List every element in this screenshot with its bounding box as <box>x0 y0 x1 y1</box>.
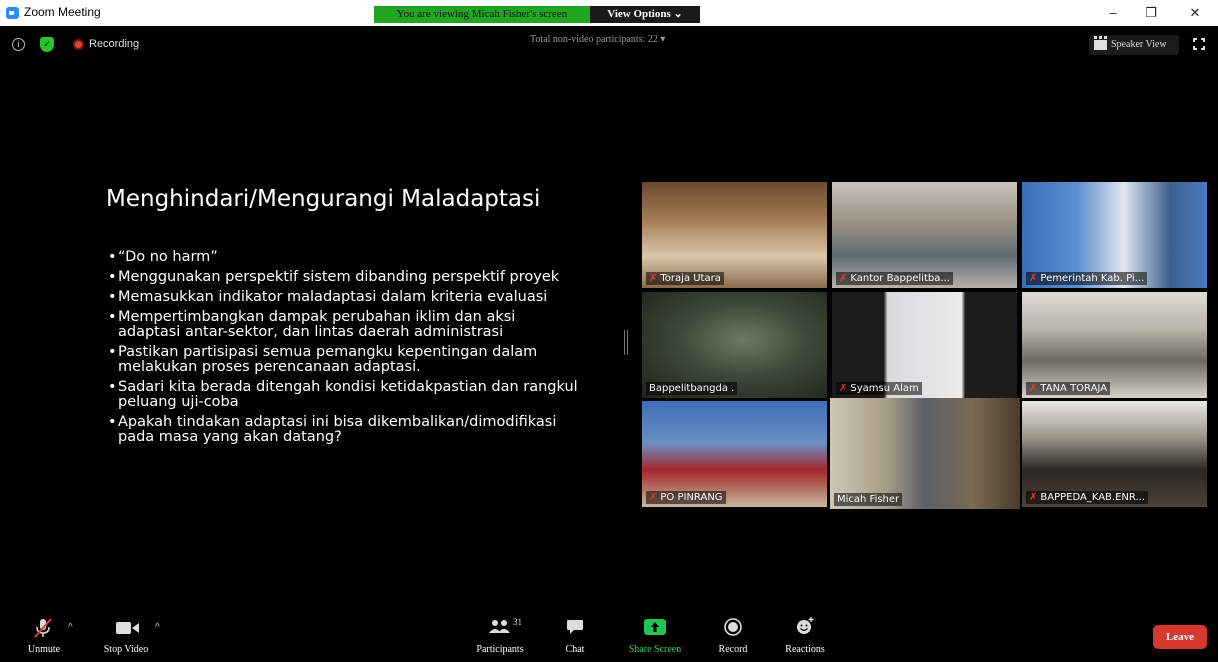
slide-bullet: Sadari kita berada ditengah kondisi keti… <box>108 380 578 410</box>
muted-mic-icon <box>34 618 52 638</box>
meeting-toolbar: Unmute ^ Stop Video ^ 31 Participants Ch… <box>0 608 1218 662</box>
nonvideo-participants-dropdown[interactable]: Total non-video participants: 22 ▾ <box>530 34 665 45</box>
participant-name-label: ✗ TANA TORAJA <box>1026 382 1111 395</box>
record-button[interactable]: Record <box>710 608 756 662</box>
slide-bullet: Mempertimbangkan dampak perubahan iklim … <box>108 310 578 340</box>
video-tile[interactable]: ✗ Toraja Utara <box>642 182 827 288</box>
minimize-button[interactable]: – <box>1098 4 1128 22</box>
chat-bubble-icon <box>567 620 583 634</box>
share-screen-label: Share Screen <box>628 644 682 655</box>
muted-mic-icon: ✗ <box>1029 383 1038 394</box>
video-tile[interactable]: ✗ PO PINRANG <box>642 401 827 507</box>
stop-video-label: Stop Video <box>103 644 149 655</box>
participant-name-label: Bappelitbangda . <box>646 382 738 395</box>
video-options-chevron-icon[interactable]: ^ <box>155 622 160 633</box>
slide-bullet: “Do no harm” <box>108 250 578 266</box>
window-titlebar: Zoom Meeting You are viewing Micah Fishe… <box>0 0 1218 26</box>
participant-name-label: ✗ Syamsu Alam <box>836 382 922 395</box>
info-icon[interactable]: i <box>12 38 25 51</box>
muted-mic-icon: ✗ <box>1029 492 1038 503</box>
slide-bullet: Menggunakan perspektif sistem dibanding … <box>108 270 578 286</box>
close-button[interactable]: ✕ <box>1180 4 1210 22</box>
slide-bullet: Memasukkan indikator maladaptasi dalam k… <box>108 290 578 306</box>
participants-label: Participants <box>476 644 524 655</box>
unmute-button[interactable]: Unmute <box>18 608 70 662</box>
video-tile[interactable]: ✗ BAPPEDA_KAB.ENR... <box>1022 401 1207 507</box>
participant-name-label: ✗ Pemerintah Kab. Pi... <box>1026 272 1148 285</box>
share-screen-icon <box>644 619 666 635</box>
muted-mic-icon: ✗ <box>1029 273 1038 284</box>
participant-name-label: Micah Fisher <box>834 493 903 506</box>
participants-button[interactable]: 31 Participants <box>470 608 530 662</box>
speaker-view-icon <box>1094 36 1107 50</box>
viewing-screen-banner: You are viewing Micah Fisher's screen <box>374 6 590 23</box>
share-screen-button[interactable]: Share Screen <box>620 608 690 662</box>
leave-button[interactable]: Leave <box>1153 625 1207 649</box>
panel-resize-handle[interactable] <box>624 330 628 355</box>
slide-title: Menghindari/Mengurangi Maladaptasi <box>106 186 541 212</box>
muted-mic-icon: ✗ <box>649 273 658 284</box>
participant-name-label: ✗ Kantor Bappelitba... <box>836 272 953 285</box>
video-tile[interactable]: ✗ Pemerintah Kab. Pi... <box>1022 182 1207 288</box>
record-label: Record <box>718 644 748 655</box>
restore-button[interactable]: ❐ <box>1136 4 1166 22</box>
speaker-view-button[interactable]: Speaker View <box>1089 35 1179 55</box>
muted-mic-icon: ✗ <box>839 383 848 394</box>
zoom-app-icon <box>6 7 19 19</box>
participants-icon <box>489 620 510 633</box>
participant-name-label: ✗ BAPPEDA_KAB.ENR... <box>1026 491 1149 504</box>
audio-options-chevron-icon[interactable]: ^ <box>68 622 73 633</box>
video-camera-icon <box>116 622 139 634</box>
view-options-button[interactable]: View Options ⌄ <box>590 6 700 23</box>
video-tile[interactable]: ✗ Kantor Bappelitba... <box>832 182 1017 288</box>
chat-label: Chat <box>565 644 585 655</box>
meeting-topbar: i ✓ Recording Total non-video participan… <box>0 26 1218 62</box>
shared-screen-slide: Menghindari/Mengurangi Maladaptasi “Do n… <box>8 172 620 516</box>
participant-name-label: ✗ PO PINRANG <box>646 491 726 504</box>
reactions-smiley-icon <box>797 617 814 634</box>
stop-video-button[interactable]: Stop Video <box>96 608 156 662</box>
muted-mic-icon: ✗ <box>839 273 848 284</box>
unmute-label: Unmute <box>27 644 61 655</box>
window-title: Zoom Meeting <box>24 5 101 19</box>
video-tile[interactable]: ✗ Syamsu Alam <box>832 292 1017 398</box>
participants-count: 31 <box>513 617 522 627</box>
slide-bullet: Apakah tindakan adaptasi ini bisa dikemb… <box>108 415 578 445</box>
participant-name-label: ✗ Toraja Utara <box>646 272 724 285</box>
recording-icon <box>73 39 84 50</box>
speaker-view-label: Speaker View <box>1111 39 1167 50</box>
slide-bullet-list: “Do no harm” Menggunakan perspektif sist… <box>108 250 578 450</box>
shield-icon[interactable]: ✓ <box>40 37 54 52</box>
muted-mic-icon: ✗ <box>649 492 658 503</box>
recording-label: Recording <box>89 38 140 50</box>
video-tile[interactable]: Bappelitbangda . <box>642 292 827 398</box>
chat-button[interactable]: Chat <box>555 608 595 662</box>
reactions-button[interactable]: Reactions <box>776 608 834 662</box>
fullscreen-icon[interactable] <box>1192 37 1206 51</box>
reactions-label: Reactions <box>785 644 825 655</box>
record-icon <box>724 618 742 636</box>
slide-bullet: Pastikan partisipasi semua pemangku kepe… <box>108 345 578 375</box>
video-tile[interactable]: ✗ TANA TORAJA <box>1022 292 1207 398</box>
active-speaker-video-tile[interactable]: Micah Fisher <box>830 398 1020 509</box>
